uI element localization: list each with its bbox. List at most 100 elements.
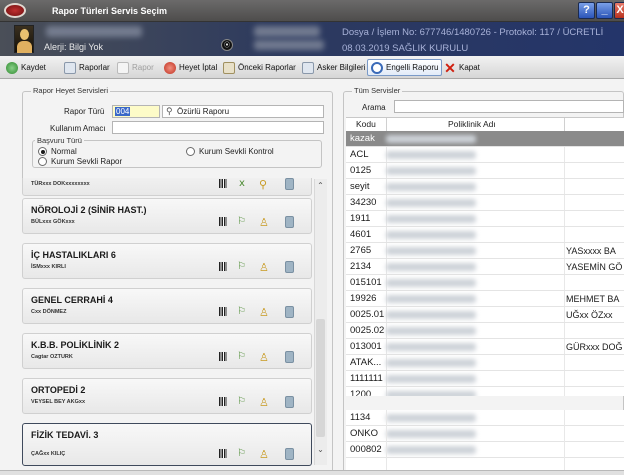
close-button[interactable]: ✕ Kapat: [440, 59, 484, 76]
search-input[interactable]: [394, 100, 624, 113]
row-code: 015101: [350, 277, 382, 288]
redacted-patient-id: [254, 26, 320, 37]
row-code: seyit: [350, 181, 370, 192]
row-code: 0025.02: [350, 325, 385, 336]
reports-button[interactable]: Raporlar: [60, 59, 114, 76]
user-edit-icon: ♙: [259, 262, 269, 274]
table-row[interactable]: 000802: [346, 442, 624, 458]
table-row[interactable]: 1911: [346, 211, 624, 227]
service-card[interactable]: GENEL CERRAHİ 4 Cxx DÖNMEZ ⚐ ♙: [22, 288, 312, 324]
trash-icon[interactable]: [285, 306, 294, 318]
row-code: 34230: [350, 197, 377, 208]
barcode-icon: [219, 449, 227, 458]
service-card[interactable]: İÇ HASTALIKLARI 6 İSMxxx KIRLI ⚐ ♙: [22, 243, 312, 279]
services-table-tail: 1134 ONKO 000802: [346, 410, 624, 475]
trash-icon[interactable]: [285, 216, 294, 228]
service-card-partial[interactable]: TÜRxxx DOKxxxxxxxx ⅹ ⚲: [22, 178, 312, 196]
table-row[interactable]: 0125: [346, 163, 624, 179]
scroll-down-icon[interactable]: ⌄: [314, 443, 327, 456]
table-row[interactable]: 2134 YASEMİN GÖ: [346, 259, 624, 275]
reports-label: Raporlar: [79, 63, 110, 72]
institution-control-radio[interactable]: [186, 147, 195, 156]
trash-icon[interactable]: [285, 448, 294, 460]
trash-icon[interactable]: [285, 396, 294, 408]
card-title: FİZİK TEDAVİ. 3: [31, 430, 99, 440]
trash-icon[interactable]: [285, 261, 294, 273]
table-row[interactable]: 4601: [346, 227, 624, 243]
card-doctor: Cxx DÖNMEZ: [31, 309, 67, 315]
table-row[interactable]: 015101: [346, 275, 624, 291]
table-row[interactable]: 013001 GÜRxxx DOĞ: [346, 339, 624, 355]
header-divider: [386, 118, 387, 131]
service-card-selected[interactable]: FİZİK TEDAVİ. 3 ÇAĞxx KILIÇ ⚐ ♙: [22, 423, 312, 466]
table-row[interactable]: 1134: [346, 410, 624, 426]
row-code: kazak: [350, 133, 375, 144]
table-row[interactable]: 1200: [346, 387, 624, 396]
redacted-clinic-name: [386, 247, 476, 255]
cancel-icon: [164, 61, 176, 74]
save-icon: [6, 61, 18, 74]
minimize-button[interactable]: _: [596, 2, 613, 19]
usage-purpose-input[interactable]: [112, 121, 324, 134]
table-row[interactable]: ONKO: [346, 426, 624, 442]
table-row[interactable]: kazak: [346, 131, 624, 147]
card-doctor: İSMxxx KIRLI: [31, 264, 66, 270]
redacted-clinic-name: [386, 183, 476, 191]
cancel-committee-label: Heyet İptal: [179, 63, 218, 72]
previous-reports-label: Önceki Raporlar: [238, 63, 296, 72]
column-divider: [564, 410, 565, 475]
report-button[interactable]: Rapor: [113, 59, 158, 76]
column-header-code[interactable]: Kodu: [356, 118, 376, 131]
trash-icon[interactable]: [285, 351, 294, 363]
help-button[interactable]: ?: [578, 2, 595, 19]
table-row[interactable]: 19926 MEHMET BA: [346, 291, 624, 307]
row-code: 1134: [350, 412, 371, 423]
card-doctor: ÇAĞxx KILIÇ: [31, 451, 66, 457]
close-window-button[interactable]: X: [614, 2, 624, 19]
refresh-icon: [371, 61, 383, 74]
redacted-clinic-name: [386, 446, 476, 454]
search-icon: [117, 61, 129, 74]
row-doctor: UĞxx ÖZxx: [566, 310, 613, 320]
table-row[interactable]: seyit: [346, 179, 624, 195]
table-row[interactable]: 2765 YASxxxx BA: [346, 243, 624, 259]
redacted-clinic-name: [386, 231, 476, 239]
scrollbar-thumb[interactable]: [316, 319, 325, 437]
row-doctor: MEHMET BA: [566, 294, 620, 304]
military-info-label: Asker Bilgileri: [317, 63, 366, 72]
close-label: Kapat: [459, 63, 480, 72]
record-icon[interactable]: ⦿: [221, 39, 233, 51]
redacted-clinic-name: [386, 343, 476, 351]
row-doctor: GÜRxxx DOĞ: [566, 342, 623, 352]
all-services-title: Tüm Servisler: [352, 86, 403, 95]
save-button[interactable]: Kaydet: [2, 59, 50, 76]
table-row[interactable]: ACL: [346, 147, 624, 163]
trash-icon[interactable]: [285, 178, 294, 190]
report-type-name-field[interactable]: ⚲ Özürlü Raporu: [162, 105, 324, 118]
disability-report-button[interactable]: Engelli Raporu: [367, 59, 443, 76]
service-card[interactable]: NÖROLOJİ 2 (SİNİR HAST.) BÜLxxx GÖKxxx ⚐…: [22, 198, 312, 234]
column-divider: [386, 410, 387, 475]
cancel-committee-button[interactable]: Heyet İptal: [160, 59, 221, 76]
table-row[interactable]: 0025.02: [346, 323, 624, 339]
table-row[interactable]: 1111111: [346, 371, 624, 387]
military-info-button[interactable]: Asker Bilgileri: [298, 59, 369, 76]
user-edit-icon: ♙: [259, 352, 269, 364]
table-row[interactable]: ATAK...: [346, 355, 624, 371]
column-header-clinic-name[interactable]: Poliklinik Adı: [448, 118, 496, 131]
previous-reports-button[interactable]: Önceki Raporlar: [219, 59, 300, 76]
row-doctor: YASEMİN GÖ: [566, 262, 623, 272]
report-type-code-input[interactable]: 004: [112, 105, 160, 118]
table-row[interactable]: 34230: [346, 195, 624, 211]
redacted-clinic-name: [386, 295, 476, 303]
toolbar: Kaydet Raporlar Rapor Heyet İptal Önceki…: [0, 56, 624, 79]
service-card[interactable]: ORTOPEDİ 2 VEYSEL BEY AKGxx ⚐ ♙: [22, 378, 312, 414]
service-card[interactable]: K.B.B. POLİKLİNİK 2 Cagtar OZTURK ⚐ ♙: [22, 333, 312, 369]
institution-report-radio[interactable]: [38, 157, 47, 166]
service-card-list: TÜRxxx DOKxxxxxxxx ⅹ ⚲ NÖROLOJİ 2 (SİNİR…: [22, 178, 313, 475]
scroll-up-icon[interactable]: ⌃: [314, 179, 327, 192]
normal-radio[interactable]: [38, 147, 47, 156]
date-committee-info: 08.03.2019 SAĞLIK KURULU: [342, 43, 469, 54]
table-row[interactable]: 0025.01 UĞxx ÖZxx: [346, 307, 624, 323]
redacted-clinic-name: [386, 167, 476, 175]
